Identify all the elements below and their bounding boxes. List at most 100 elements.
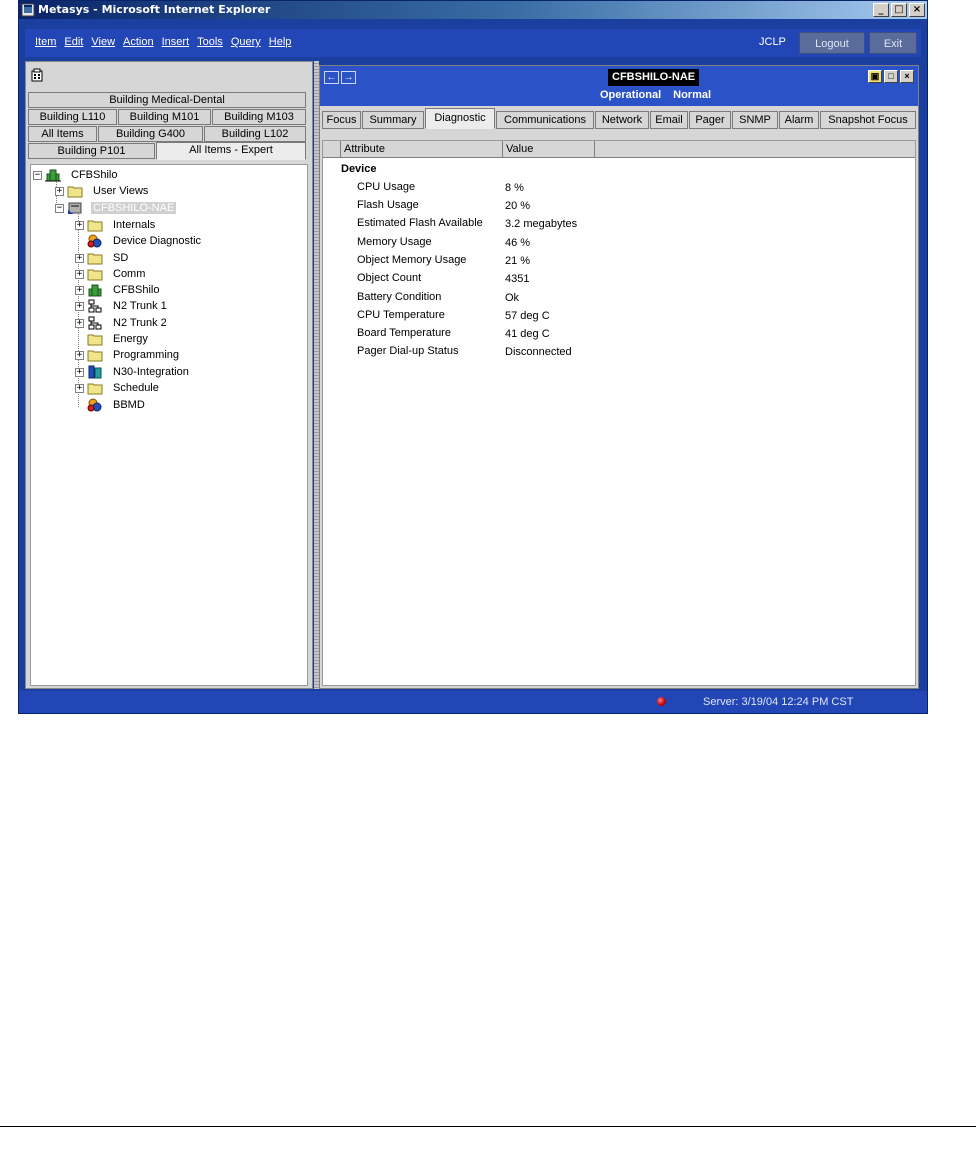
tree-node-n2-trunk-1[interactable]: + N2 Trunk 1 [75,298,169,314]
tree-node-internals[interactable]: + Internals [75,217,157,233]
expand-icon[interactable]: + [75,253,84,263]
menu-query[interactable]: Query [231,36,261,48]
value-cell: Ok [505,292,520,304]
menu-item[interactable]: Item [35,36,56,48]
tree-node-selected-device[interactable]: − CFBSHILO-NAE [55,200,177,216]
attribute-cell: Board Temperature [357,327,451,339]
menu-help[interactable]: Help [269,36,292,48]
row-header-corner [323,141,341,158]
attribute-cell: Object Memory Usage [357,254,467,266]
tab-building-m103[interactable]: Building M103 [212,109,306,125]
network-trunk-icon [88,299,102,313]
tab-snmp[interactable]: SNMP [732,111,778,129]
device-icon [68,202,82,214]
menu-tools[interactable]: Tools [197,36,223,48]
minimize-button[interactable]: _ [873,3,889,17]
tab-all-items[interactable]: All Items [28,126,97,142]
tree-node-device-diagnostic[interactable]: Device Diagnostic [87,233,203,249]
navigation-pane: Building Medical-Dental Building L110 Bu… [25,61,313,689]
tab-email[interactable]: Email [650,111,688,129]
expand-icon[interactable]: + [75,318,84,328]
tab-diagnostic[interactable]: Diagnostic [425,108,495,129]
building-tool-icon[interactable] [30,68,44,82]
tree-label: Programming [113,349,180,361]
tree-node-n30-integration[interactable]: + N30-Integration [75,364,191,380]
lock-pane-icon[interactable]: ▣ [868,70,882,83]
server-time: Server: 3/19/04 12:24 PM CST [703,696,854,708]
column-header-value[interactable]: Value [503,141,595,158]
value-cell: 46 % [505,237,531,249]
window-title: Metasys - Microsoft Internet Explorer [38,3,271,16]
expand-icon[interactable]: + [75,285,84,295]
user-name: JCLP [759,36,786,48]
column-header-attribute[interactable]: Attribute [341,141,503,158]
tree-node-cfbshilo[interactable]: + CFBShilo [75,282,161,298]
tab-focus[interactable]: Focus [322,111,361,129]
expand-icon[interactable]: + [75,269,84,279]
exit-button[interactable]: Exit [869,32,917,54]
expand-icon[interactable]: + [55,186,64,196]
tab-building-p101[interactable]: Building P101 [28,143,155,159]
alarm-status-icon[interactable] [657,697,666,706]
tree-label: N2 Trunk 2 [113,317,167,329]
logout-button[interactable]: Logout [799,32,865,54]
attribute-cell: Pager Dial-up Status [357,345,459,357]
tree-node-root[interactable]: − CFBShilo [33,167,119,183]
tree-node-programming[interactable]: + Programming [75,347,181,363]
expand-icon[interactable]: + [75,350,84,360]
collapse-icon[interactable]: − [55,203,64,213]
tab-building-l110[interactable]: Building L110 [28,109,117,125]
attribute-cell: Memory Usage [357,236,432,248]
menu-action[interactable]: Action [123,36,154,48]
tree-label: CFBSHILO-NAE [91,202,177,214]
tree-node-sd[interactable]: + SD [75,250,130,266]
restore-pane-icon[interactable]: □ [884,70,898,83]
tab-network[interactable]: Network [595,111,649,129]
status-text: Operational [600,89,662,101]
maximize-button[interactable]: □ [891,3,907,17]
expand-icon[interactable]: + [75,367,84,377]
expand-icon[interactable]: + [75,220,84,230]
tab-building-m101[interactable]: Building M101 [118,109,211,125]
menu-insert[interactable]: Insert [162,36,190,48]
close-pane-icon[interactable]: × [900,70,914,83]
object-tree: − CFBShilo + User Views − CFBSHILO-NAE +… [30,164,308,686]
menu-view[interactable]: View [91,36,115,48]
tree-node-energy[interactable]: Energy [87,331,150,347]
tab-all-items-expert[interactable]: All Items - Expert [156,142,306,160]
tab-building-g400[interactable]: Building G400 [98,126,203,142]
section-device: Device [341,163,377,175]
tab-summary[interactable]: Summary [362,111,424,129]
close-button[interactable]: × [909,3,925,17]
ie-app-icon [21,3,35,17]
tab-building-l102[interactable]: Building L102 [204,126,306,142]
expand-icon[interactable]: + [75,301,84,311]
view-tabs: Focus Summary Diagnostic Communications … [320,108,918,130]
back-arrow-icon[interactable]: ← [324,71,339,84]
forward-arrow-icon[interactable]: → [341,71,356,84]
site-building-icon [45,169,61,182]
tab-pager[interactable]: Pager [689,111,731,129]
value-cell: 8 % [505,182,524,194]
title-bar: Metasys - Microsoft Internet Explorer _ … [19,1,927,19]
attribute-cell: CPU Temperature [357,309,445,321]
tree-node-n2-trunk-2[interactable]: + N2 Trunk 2 [75,315,169,331]
site-building-icon [88,284,102,297]
tab-snapshot-focus[interactable]: Snapshot Focus [820,111,916,129]
tree-node-comm[interactable]: + Comm [75,266,147,282]
folder-icon [87,334,103,346]
folder-icon [87,350,103,362]
tree-label: Schedule [113,382,159,394]
value-cell: 41 deg C [505,328,550,340]
menu-edit[interactable]: Edit [64,36,83,48]
tab-building-medical-dental[interactable]: Building Medical-Dental [28,92,306,108]
tree-node-bbmd[interactable]: BBMD [87,397,147,413]
tab-alarm[interactable]: Alarm [779,111,819,129]
tree-node-schedule[interactable]: + Schedule [75,380,161,396]
column-header-filler [595,141,915,158]
tree-label: Device Diagnostic [113,235,202,247]
expand-icon[interactable]: + [75,383,84,393]
collapse-icon[interactable]: − [33,170,42,180]
tab-communications[interactable]: Communications [496,111,594,129]
tree-node-user-views[interactable]: + User Views [55,183,150,199]
